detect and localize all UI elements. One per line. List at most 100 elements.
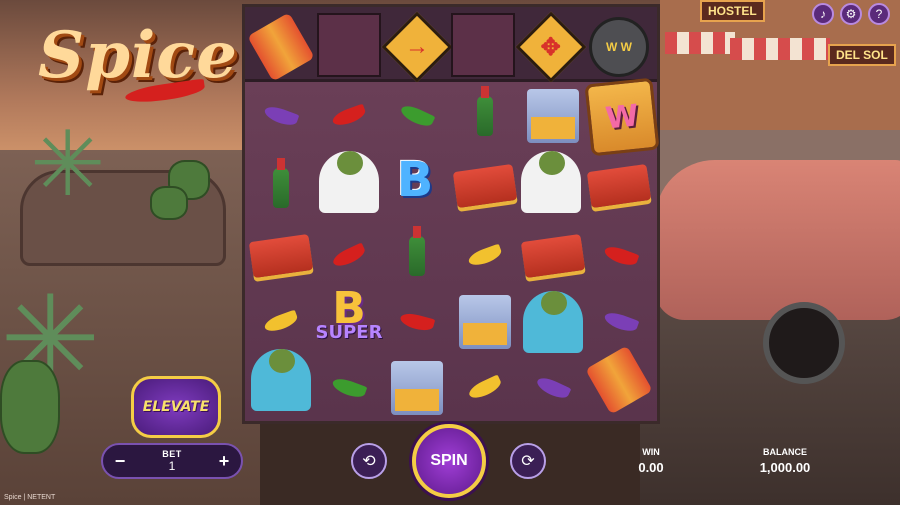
brick-icon [520,233,586,279]
brick-icon [586,163,652,209]
win-value: 0.00 [638,460,664,475]
turbo-button[interactable]: ⟲ [351,443,387,479]
reel-cell [383,222,451,290]
del-sol-sign: DEL SOL [828,44,896,66]
top-cell-1 [247,12,315,82]
top-cell-6: W W [585,13,649,77]
balance-value: 1,000.00 [759,460,811,475]
reel-cell [315,354,383,422]
dynamite-icon [247,12,315,82]
spice-bag-icon [527,89,579,143]
reel-cell [451,222,519,290]
red-chili-icon [602,243,640,269]
turtle-blue-shirt-icon [251,349,311,411]
reel-cell [517,148,585,216]
yellow-chili-icon [466,243,504,269]
reel-cell [383,354,451,422]
red-chili-icon [330,103,368,129]
reel-cell [519,354,587,422]
green-chili-icon [398,102,436,130]
autoplay-icon: ⟳ [521,453,535,470]
yellow-chili-icon [262,309,300,335]
reel-cell: B SUPER [315,282,383,350]
top-cell-2 [317,13,381,77]
autoplay-button[interactable]: ⟳ [510,443,546,479]
bet-decrease-button[interactable]: − [107,448,133,474]
hot-sauce-icon [273,158,289,208]
cactus [150,186,188,220]
hostel-sign: HOSTEL [700,0,765,22]
spin-button[interactable]: SPIN [412,424,486,498]
reel-cell [247,154,315,222]
bet-control: − BET 1 + [101,443,243,479]
reel-cell [315,82,383,150]
brick-icon [452,163,518,209]
hot-sauce-icon [477,86,493,136]
top-icon-bar: ♪ ⚙ ? [812,3,890,25]
revolver-icon: W W [589,17,649,77]
reel-cell: B [381,146,449,214]
turtle-white-suit-icon [319,151,379,213]
reel-cell [519,288,587,356]
bonus-b-super-icon: B SUPER [316,283,383,343]
red-chili-icon [330,242,368,270]
top-cell-4 [451,13,515,77]
reel-cell [519,222,587,290]
spice-bag-icon [391,361,443,415]
purple-chili-icon [602,309,640,335]
bet-value: 1 [168,459,176,473]
purple-chili-icon [534,374,572,402]
win-display: WIN 0.00 [620,447,682,475]
bonus-b-icon: B [396,152,434,208]
purple-chili-icon [262,103,300,129]
speaker-icon[interactable]: ♪ [812,3,834,25]
reel-cell [519,82,587,150]
gear-icon[interactable]: ⚙ [840,3,862,25]
spice-bag-icon [459,295,511,349]
reel-cell [383,288,451,356]
b-super-letter: B [332,283,366,335]
arrow-sign-icon: → [381,11,453,83]
reel-cell [383,82,451,150]
reel-cell [315,148,383,216]
top-cell-3: → [381,11,453,83]
game-logo: Spice [38,18,238,93]
bet-label: BET [162,449,182,459]
question-icon[interactable]: ? [868,3,890,25]
car-wheel [763,302,845,384]
reel-cell [585,152,653,220]
yellow-chili-icon [466,374,504,402]
car [655,160,900,320]
top-cell-5: ✥ [515,11,587,83]
reel-cell [451,82,519,150]
awning [730,38,830,60]
turtle-white-suit-icon [521,151,581,213]
red-chili-icon [398,310,436,334]
reel-cell [451,152,519,220]
balance-display: BALANCE 1,000.00 [745,447,825,475]
dynamite-icon [585,345,653,415]
win-label: WIN [642,447,660,457]
hot-sauce-icon [409,226,425,276]
bet-increase-button[interactable]: + [211,448,237,474]
reel-cell [247,82,315,150]
reel-cell [451,354,519,422]
balance-label: BALANCE [763,447,807,457]
green-chili-icon [330,375,368,401]
reel-cell [247,346,315,414]
reel-cell [587,222,655,290]
reel-frame: → ✥ W W B B SUPER W [242,4,660,424]
cross-arrow-sign-icon: ✥ [515,11,587,83]
reel-cell [247,222,315,290]
awning [665,32,735,54]
footer-text: Spice | NETENT [4,494,56,501]
reel-cell [585,345,653,415]
turtle-blue-shirt-icon [523,291,583,353]
agave-plant: ✳ [30,115,106,215]
elevate-button[interactable]: ELEVATE [131,376,221,438]
turbo-icon: ⟲ [362,453,376,470]
top-reel-row: → ✥ W W [245,7,657,83]
reel-cell [315,222,383,290]
reel-cell [451,288,519,356]
wild-lock-icon: W [584,77,660,157]
